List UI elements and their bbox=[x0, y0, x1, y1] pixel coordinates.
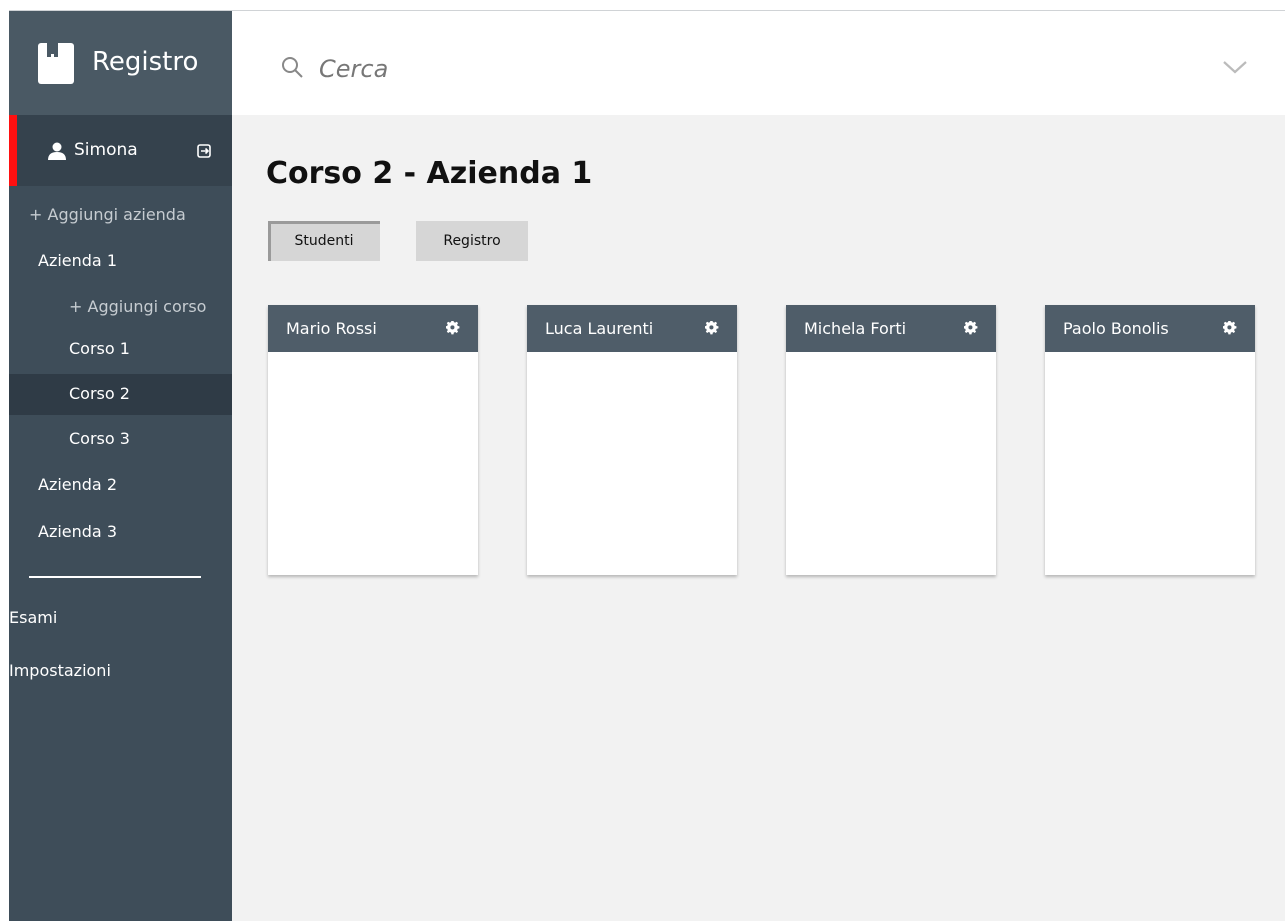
student-card-header: Paolo Bonolis bbox=[1045, 305, 1255, 352]
search-input[interactable]: Cerca bbox=[319, 55, 388, 83]
sidebar-item-azienda-2[interactable]: Azienda 2 bbox=[38, 475, 117, 495]
gear-icon[interactable] bbox=[446, 321, 460, 335]
user-row[interactable]: Simona bbox=[9, 115, 232, 186]
gear-icon[interactable] bbox=[705, 321, 719, 335]
student-card-header: Luca Laurenti bbox=[527, 305, 737, 352]
brand-title: Registro bbox=[92, 47, 199, 77]
top-search-bar: Cerca bbox=[232, 11, 1285, 115]
chevron-down-icon[interactable] bbox=[1222, 59, 1248, 75]
app-frame: Registro Simona + Aggiungi azienda Azien… bbox=[9, 10, 1285, 921]
search-icon bbox=[282, 57, 303, 78]
sidebar-item-label: Corso 2 bbox=[69, 384, 130, 403]
student-card-header: Michela Forti bbox=[786, 305, 996, 352]
sidebar-item-azienda-1[interactable]: Azienda 1 bbox=[38, 251, 117, 271]
user-name: Simona bbox=[74, 140, 138, 160]
active-accent-bar bbox=[9, 115, 17, 186]
student-card-header: Mario Rossi bbox=[268, 305, 478, 352]
main-content: Cerca Corso 2 - Azienda 1 Studenti Regis… bbox=[232, 11, 1285, 921]
sidebar-item-corso-3[interactable]: Corso 3 bbox=[69, 429, 130, 449]
sidebar-item-corso-1[interactable]: Corso 1 bbox=[69, 339, 130, 359]
add-company-link[interactable]: + Aggiungi azienda bbox=[29, 205, 186, 225]
student-name: Luca Laurenti bbox=[545, 319, 654, 338]
sidebar-item-esami[interactable]: Esami bbox=[9, 608, 57, 628]
user-icon bbox=[48, 142, 66, 160]
student-card[interactable]: Mario Rossi bbox=[268, 305, 478, 575]
sidebar: Registro Simona + Aggiungi azienda Azien… bbox=[9, 11, 232, 921]
page-title: Corso 2 - Azienda 1 bbox=[266, 156, 593, 191]
student-name: Paolo Bonolis bbox=[1063, 319, 1169, 338]
student-name: Mario Rossi bbox=[286, 319, 377, 338]
add-course-link[interactable]: + Aggiungi corso bbox=[69, 297, 206, 317]
student-card[interactable]: Luca Laurenti bbox=[527, 305, 737, 575]
sidebar-item-corso-2[interactable]: Corso 2 bbox=[9, 374, 232, 415]
sidebar-item-impostazioni[interactable]: Impostazioni bbox=[9, 661, 111, 681]
tab-studenti[interactable]: Studenti bbox=[268, 221, 380, 261]
brand-header[interactable]: Registro bbox=[9, 11, 232, 115]
sidebar-divider bbox=[29, 576, 201, 578]
sidebar-item-azienda-3[interactable]: Azienda 3 bbox=[38, 522, 117, 542]
tab-registro[interactable]: Registro bbox=[416, 221, 528, 261]
bookmark-book-icon bbox=[38, 43, 74, 84]
logout-icon[interactable] bbox=[197, 144, 211, 158]
gear-icon[interactable] bbox=[964, 321, 978, 335]
student-name: Michela Forti bbox=[804, 319, 907, 338]
gear-icon[interactable] bbox=[1223, 321, 1237, 335]
student-card[interactable]: Paolo Bonolis bbox=[1045, 305, 1255, 575]
student-card[interactable]: Michela Forti bbox=[786, 305, 996, 575]
